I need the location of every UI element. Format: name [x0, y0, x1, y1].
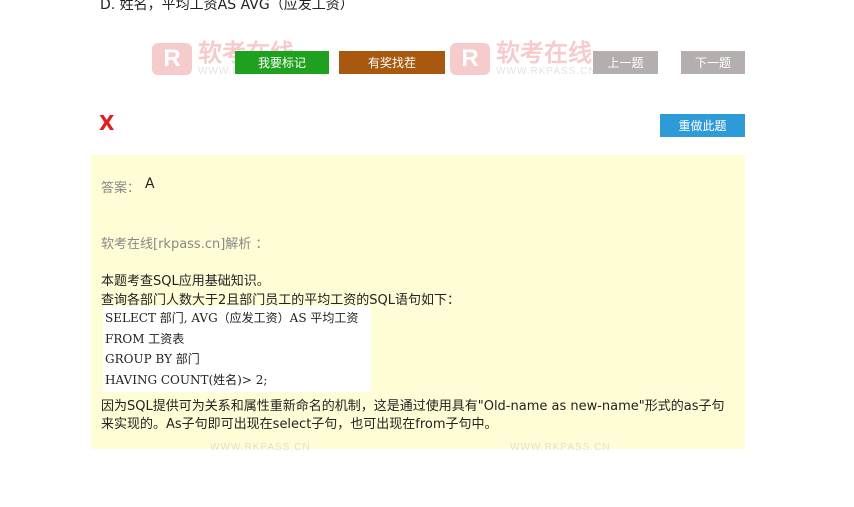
redo-question-button[interactable]: 重做此题 [660, 114, 745, 137]
sql-line: FROM 工资表 [105, 331, 185, 346]
next-question-button[interactable]: 下一题 [681, 51, 745, 74]
watermark-brand: 软考在线 [496, 39, 592, 67]
watermark: R 软考在线 WWW.RKPASS.CN [450, 40, 597, 77]
rkpass-logo-icon: R [450, 42, 490, 75]
analysis-paragraph: 本题考查SQL应用基础知识。 [101, 274, 270, 289]
sql-line: HAVING COUNT(姓名)> 2; [105, 372, 268, 387]
option-d-text: D. 姓名，平均工资AS AVG（应发工资） [100, 0, 354, 13]
sql-code-image: SELECT 部门, AVG（应发工资）AS 平均工资 FROM 工资表 GRO… [103, 306, 371, 392]
analysis-paragraph: 来实现的。As子句即可出现在select子句，也可出现在from子句中。 [101, 417, 498, 432]
analysis-label: 软考在线[rkpass.cn]解析 ： [101, 237, 269, 252]
wrong-answer-icon: X [99, 111, 115, 135]
sql-line: GROUP BY 部门 [105, 352, 200, 366]
find-error-prize-button[interactable]: 有奖找茬 [339, 51, 445, 74]
watermark-url: WWW.RKPASS.CN [496, 66, 597, 77]
sql-line: SELECT 部门, AVG（应发工资）AS 平均工资 [105, 311, 359, 325]
answer-value: A [145, 176, 155, 192]
previous-question-button[interactable]: 上一题 [593, 51, 658, 74]
rkpass-logo-icon: R [152, 42, 192, 75]
answer-analysis-panel: 答案： A 软考在线[rkpass.cn]解析 ： 本题考查SQL应用基础知识。… [91, 155, 745, 449]
answer-label: 答案： [101, 181, 141, 196]
analysis-paragraph: 因为SQL提供可为关系和属性重新命名的机制，这是通过使用具有"Old-name … [101, 399, 725, 414]
mark-button[interactable]: 我要标记 [235, 51, 329, 74]
